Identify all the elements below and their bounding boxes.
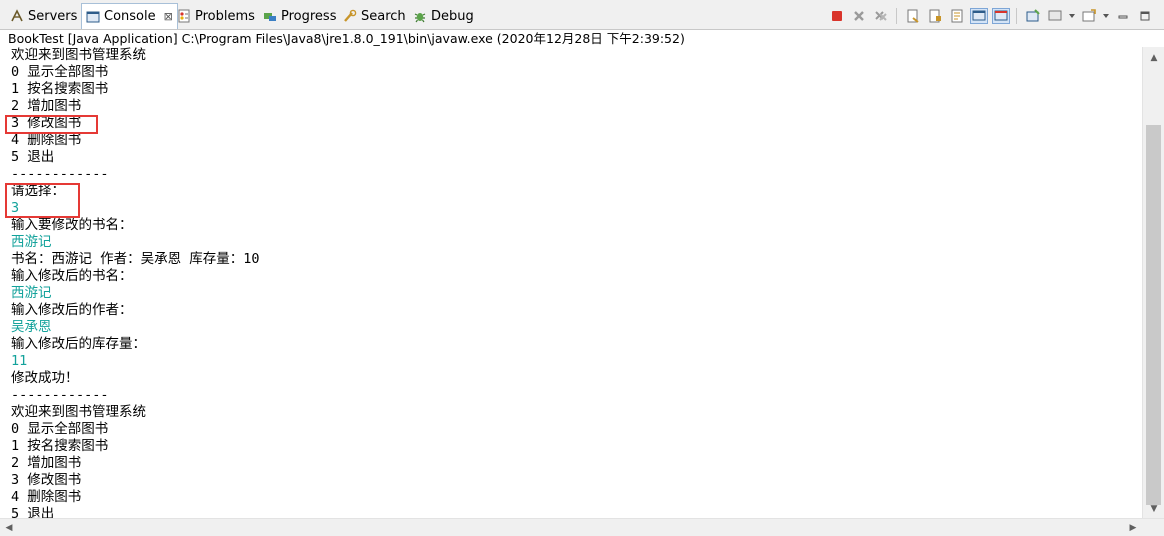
debug-icon [413,9,427,23]
launch-description: BookTest [Java Application] C:\Program F… [0,30,1164,47]
scroll-right-icon[interactable]: ▶ [1124,519,1142,536]
console-output-line: 5 退出 [11,149,55,165]
toolbar-separator [1016,8,1017,24]
scroll-lock-icon[interactable] [926,8,944,24]
console-output-line: 0 显示全部图书 [11,64,109,80]
tab-label: Debug [431,8,474,24]
toolbar-separator [896,8,897,24]
tab-problems[interactable]: Problems [177,5,255,27]
console-output-line: 5 退出 [11,506,55,518]
view-tab-bar: Servers Console ⊠ Problems Progress Sear… [0,0,1164,30]
console-icon [86,10,100,24]
console-output-line: 2 增加图书 [11,455,82,471]
console-output-line: 欢迎来到图书管理系统 [11,404,146,420]
scroll-down-icon[interactable]: ▼ [1143,500,1164,518]
servers-icon [10,9,24,23]
console-output-line: 1 按名搜索图书 [11,438,109,454]
scroll-up-icon[interactable]: ▲ [1143,49,1164,67]
problems-icon [177,9,191,23]
console-output-line: 1 按名搜索图书 [11,81,109,97]
remove-launch-icon[interactable] [850,8,868,24]
vertical-scrollbar[interactable]: ▲ ▼ [1142,47,1164,518]
open-console-icon[interactable] [1080,8,1098,24]
console-output-line: 修改成功！ [11,370,79,386]
display-selected-console-icon[interactable] [1046,8,1064,24]
console-output-line: 书名：西游记 作者：吴承恩 库存量：10 [11,251,260,267]
console-output-line: 0 显示全部图书 [11,421,109,437]
console-output-line: ------------ [11,166,109,182]
tab-servers[interactable]: Servers [10,5,77,27]
show-console-on-stdout-icon[interactable] [970,8,988,24]
console-output-line: 欢迎来到图书管理系统 [11,47,146,63]
console-output-line: 3 修改图书 [11,115,82,131]
console-output-line: 输入修改后的书名： [11,268,133,284]
console-output-line: 请选择： [11,183,65,199]
close-icon[interactable]: ⊠ [164,10,173,23]
console-output-line: 输入修改后的作者： [11,302,133,318]
tab-debug[interactable]: Debug [413,5,474,27]
tab-label: Progress [281,8,337,24]
console-input-line: 西游记 [11,285,52,301]
tab-label: Servers [28,8,78,24]
console-output-line: 4 删除图书 [11,489,82,505]
pin-console-icon[interactable] [1024,8,1042,24]
search-icon [343,9,357,23]
tab-label: Search [361,8,406,24]
horizontal-scrollbar[interactable]: ◀ ▶ [0,518,1164,536]
tab-console[interactable]: Console ⊠ [81,3,178,29]
chevron-down-icon[interactable] [1068,8,1076,24]
console-output[interactable]: 欢迎来到图书管理系统 0 显示全部图书 1 按名搜索图书 2 增加图书 3 修改图书 4 … [0,47,1141,518]
show-console-on-stderr-icon[interactable] [992,8,1010,24]
tab-label: Console [104,9,156,24]
console-input-line: 3 [11,200,20,216]
console-input-line: 西游记 [11,234,52,250]
tab-search[interactable]: Search [343,5,406,27]
maximize-icon[interactable] [1136,8,1154,24]
word-wrap-icon[interactable] [948,8,966,24]
terminate-icon[interactable] [828,8,846,24]
console-toolbar [824,6,1154,26]
tab-progress[interactable]: Progress [263,5,336,27]
console-output-line: 2 增加图书 [11,98,82,114]
minimize-icon[interactable] [1114,8,1132,24]
scrollbar-thumb[interactable] [1146,125,1161,505]
scroll-left-icon[interactable]: ◀ [0,519,18,536]
clear-console-icon[interactable] [904,8,922,24]
console-output-line: 4 删除图书 [11,132,82,148]
console-output-line: 3 修改图书 [11,472,82,488]
chevron-down-icon[interactable] [1102,8,1110,24]
console-input-line: 吴承恩 [11,319,52,335]
console-input-line: 11 [11,353,28,369]
console-output-line: 输入要修改的书名： [11,217,133,233]
console-output-line: 输入修改后的库存量： [11,336,146,352]
console-output-line: ------------ [11,387,109,403]
remove-all-terminated-icon[interactable] [872,8,890,24]
tab-label: Problems [195,8,255,24]
progress-icon [263,9,277,23]
